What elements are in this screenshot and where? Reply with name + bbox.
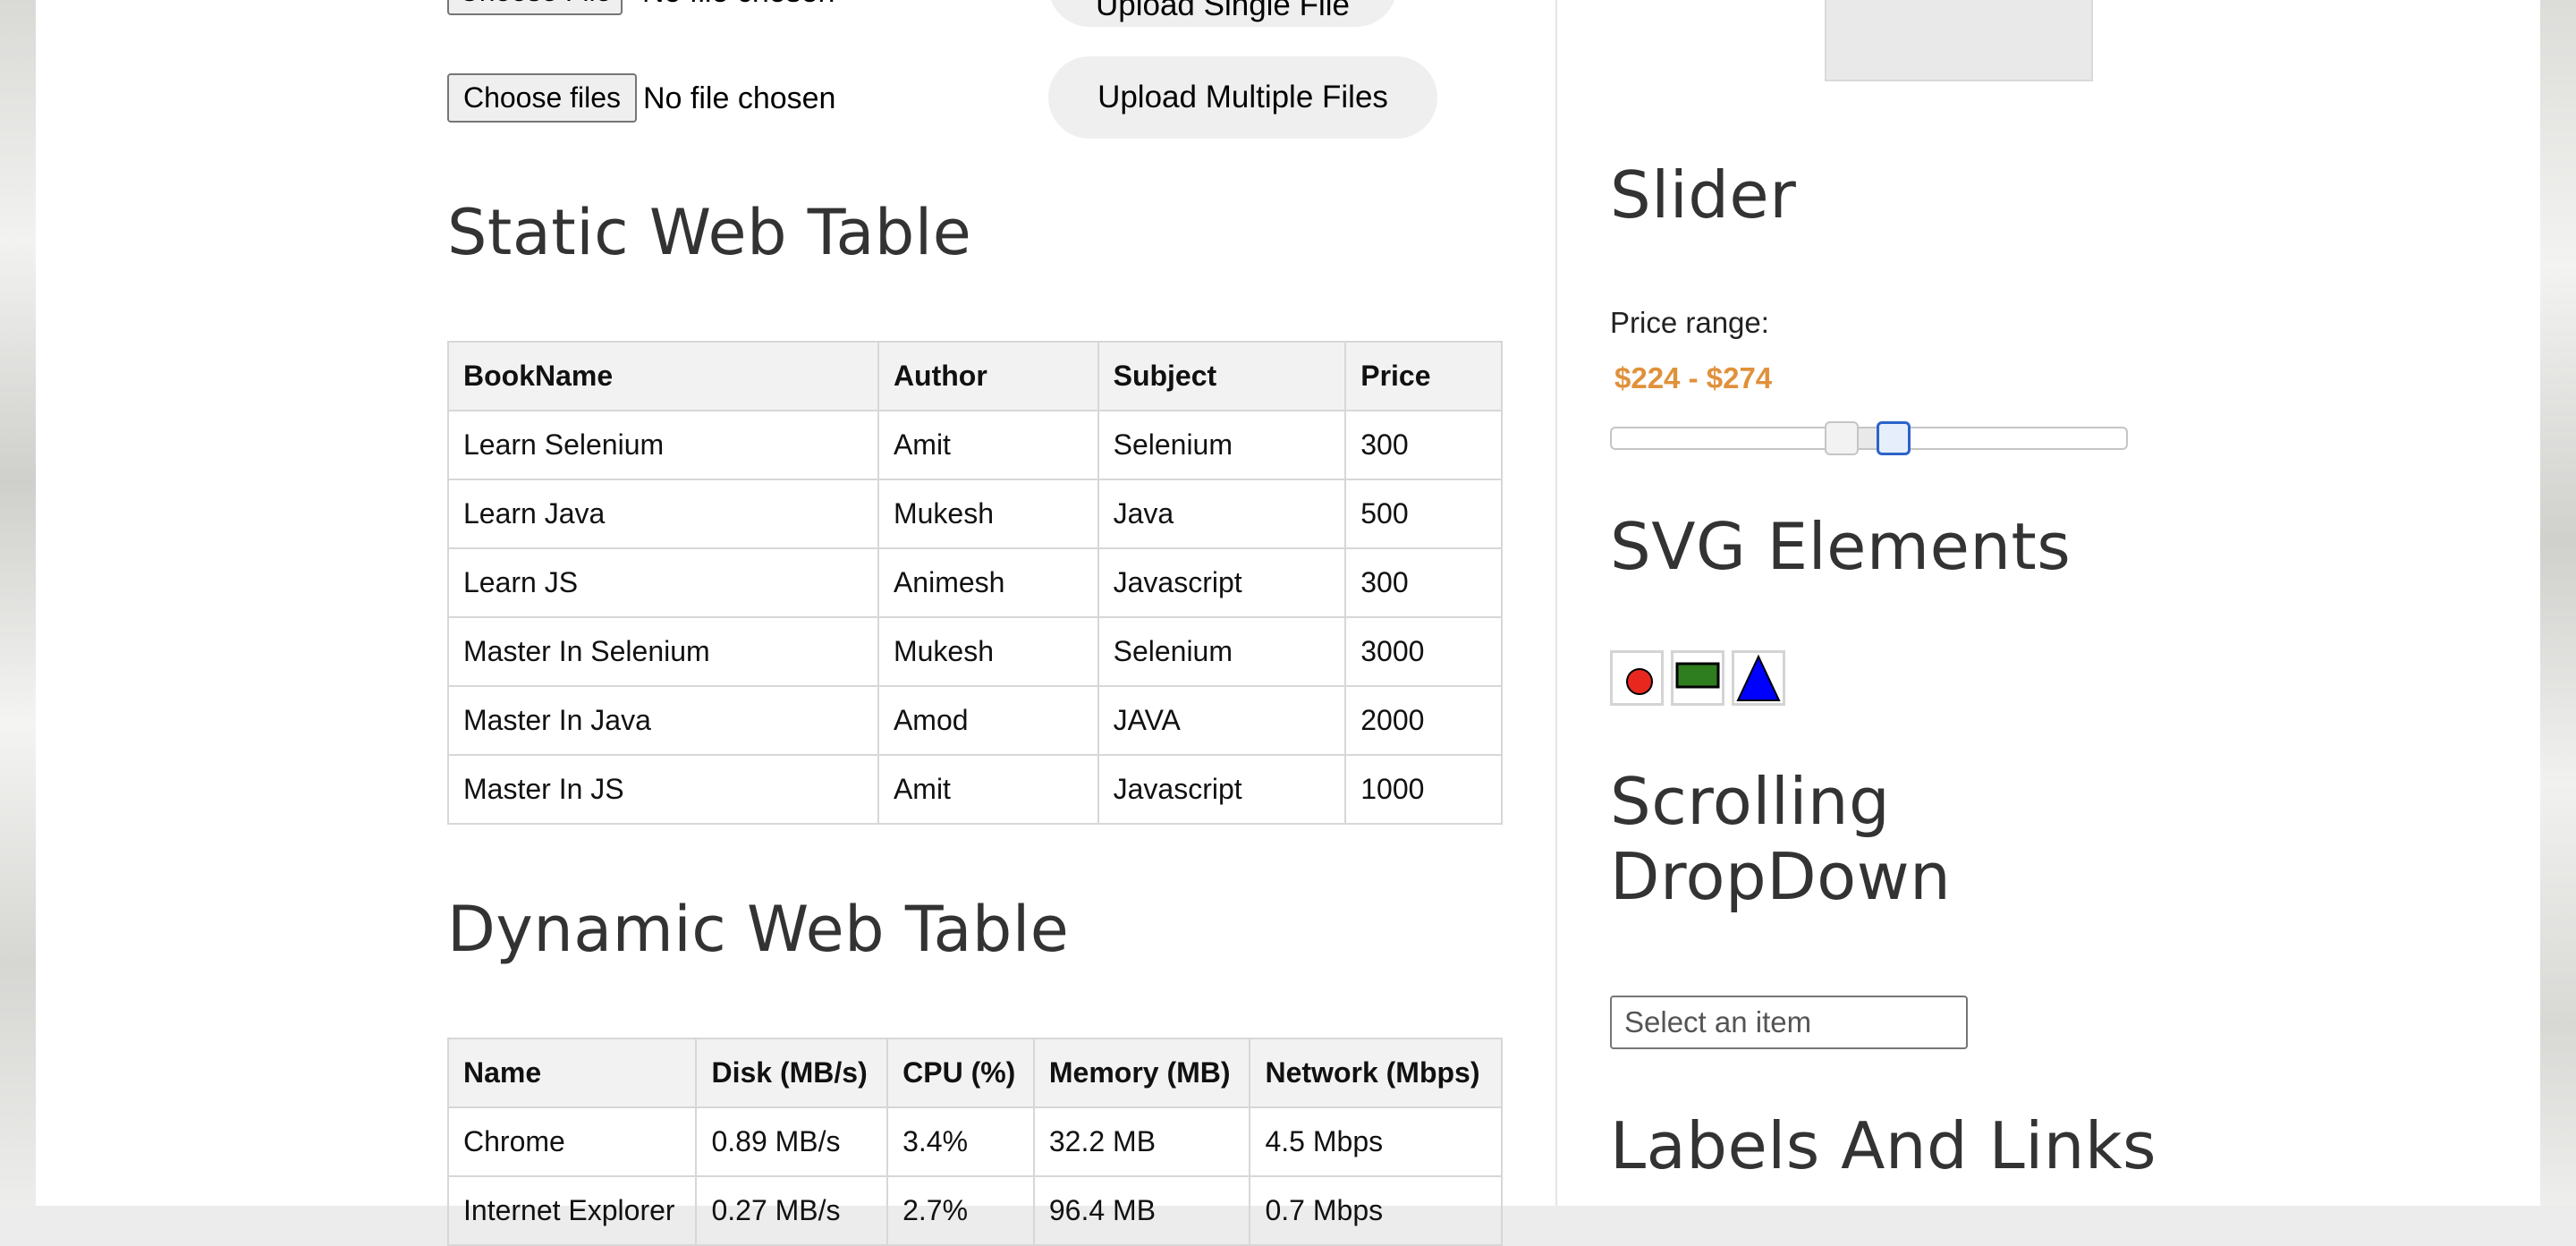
table-cell: Master In Java [447, 685, 879, 756]
table-row: Master In Java Amod JAVA 2000 [447, 685, 1503, 756]
table-cell: 4.5 Mbps [1249, 1106, 1503, 1177]
table-cell: Amit [877, 754, 1099, 825]
price-range-value: $224 - $274 [1614, 361, 1773, 394]
scrolling-dropdown-input[interactable]: Select an item [1610, 996, 1968, 1049]
table-cell: 300 [1344, 547, 1503, 618]
upload-single-button[interactable]: Upload Single File [1048, 0, 1397, 27]
table-cell: 300 [1344, 410, 1503, 480]
rectangle-icon [1675, 662, 1720, 689]
table-row: Learn Selenium Amit Selenium 300 [447, 410, 1503, 480]
background-right [2540, 0, 2576, 1206]
upload-multiple-button[interactable]: Upload Multiple Files [1048, 56, 1437, 139]
slider-max-handle[interactable] [1877, 421, 1911, 455]
table-header-cell: CPU (%) [886, 1038, 1035, 1108]
choose-files-label: Choose files [462, 81, 622, 114]
svg-triangle-box[interactable] [1732, 650, 1785, 706]
background-left [0, 0, 36, 1206]
scrolling-dropdown-title-line2: DropDown [1610, 838, 1952, 914]
table-cell: Chrome [446, 1106, 698, 1177]
table-header-cell: Subject [1097, 341, 1347, 411]
table-cell: Internet Explorer [446, 1175, 698, 1246]
table-header-cell: Name [446, 1038, 698, 1108]
table-cell: 1000 [1344, 754, 1503, 825]
table-row: Chrome 0.89 MB/s 3.4% 32.2 MB 4.5 Mbps [446, 1106, 1503, 1177]
scrolling-dropdown-title: Scrolling DropDown [1610, 764, 1952, 914]
table-cell: 2000 [1344, 685, 1503, 756]
table-cell: Mukesh [877, 616, 1099, 687]
static-web-table: BookName Author Subject Price Learn Seleniu… [447, 341, 1503, 825]
table-header-cell: BookName [447, 341, 879, 411]
upload-multiple-label: Upload Multiple Files [1097, 80, 1388, 114]
circle-icon [1626, 668, 1653, 695]
static-table-title: Static Web Table [447, 196, 972, 269]
table-cell: Selenium [1097, 410, 1347, 480]
table-row: Master In Selenium Mukesh Selenium 3000 [447, 616, 1503, 687]
single-file-status: No file chosen [642, 0, 835, 10]
scrolling-dropdown-title-line1: Scrolling [1610, 764, 1891, 839]
table-cell: Amit [877, 410, 1099, 480]
table-cell: Selenium [1097, 616, 1347, 687]
image-placeholder [1825, 0, 2093, 81]
table-header-row: Name Disk (MB/s) CPU (%) Memory (MB) Network… [446, 1038, 1503, 1108]
table-row: Internet Explorer 0.27 MB/s 2.7% 96.4 MB 0.7… [446, 1175, 1503, 1246]
table-cell: 0.7 Mbps [1249, 1175, 1503, 1246]
table-cell: JAVA [1097, 685, 1347, 756]
table-cell: Javascript [1097, 754, 1347, 825]
table-header-cell: Network (Mbps) [1249, 1038, 1503, 1108]
table-cell: 96.4 MB [1032, 1175, 1251, 1246]
table-cell: Master In Selenium [447, 616, 879, 687]
table-cell: 3.4% [886, 1106, 1035, 1177]
table-header-cell: Author [877, 341, 1099, 411]
table-header-cell: Price [1344, 341, 1503, 411]
table-header-cell: Memory (MB) [1032, 1038, 1251, 1108]
table-cell: Master In JS [447, 754, 879, 825]
table-cell: Learn Java [447, 479, 879, 549]
table-cell: 500 [1344, 479, 1503, 549]
price-range-label: Price range: [1610, 306, 1769, 339]
table-cell: Javascript [1097, 547, 1347, 618]
choose-file-label: Choose File [459, 0, 612, 8]
table-cell: 0.27 MB/s [695, 1175, 889, 1246]
table-cell: Amod [877, 685, 1099, 756]
dynamic-table-title: Dynamic Web Table [447, 893, 1070, 966]
table-cell: Mukesh [877, 479, 1099, 549]
svg-circle-box[interactable] [1610, 650, 1664, 706]
labels-links-title: Labels And Links [1610, 1108, 2157, 1183]
table-cell: 2.7% [886, 1175, 1035, 1246]
column-divider [1555, 0, 1557, 1206]
slider-min-handle[interactable] [1825, 421, 1859, 455]
table-cell: Java [1097, 479, 1347, 549]
table-cell: Learn Selenium [447, 410, 879, 480]
table-cell: 3000 [1344, 616, 1503, 687]
scrolling-dropdown-placeholder: Select an item [1624, 1005, 1812, 1038]
upload-single-label: Upload Single File [1095, 0, 1351, 22]
choose-files-button[interactable]: Choose files [447, 73, 637, 123]
table-cell: 32.2 MB [1032, 1106, 1251, 1177]
table-row: Master In JS Amit Javascript 1000 [447, 754, 1503, 825]
choose-file-button[interactable]: Choose File [447, 0, 623, 15]
table-cell: Animesh [877, 547, 1099, 618]
table-header-row: BookName Author Subject Price [447, 341, 1503, 411]
dynamic-web-table: Name Disk (MB/s) CPU (%) Memory (MB) Network… [446, 1038, 1503, 1246]
slider-title: Slider [1610, 157, 1797, 233]
table-header-cell: Disk (MB/s) [695, 1038, 889, 1108]
multiple-file-status: No file chosen [643, 81, 836, 115]
svg-rectangle-box[interactable] [1671, 650, 1724, 706]
svg-elements-title: SVG Elements [1610, 509, 2072, 584]
table-cell: Learn JS [447, 547, 879, 618]
table-row: Learn Java Mukesh Java 500 [447, 479, 1503, 549]
table-row: Learn JS Animesh Javascript 300 [447, 547, 1503, 618]
triangle-icon [1736, 654, 1781, 701]
table-cell: 0.89 MB/s [695, 1106, 889, 1177]
